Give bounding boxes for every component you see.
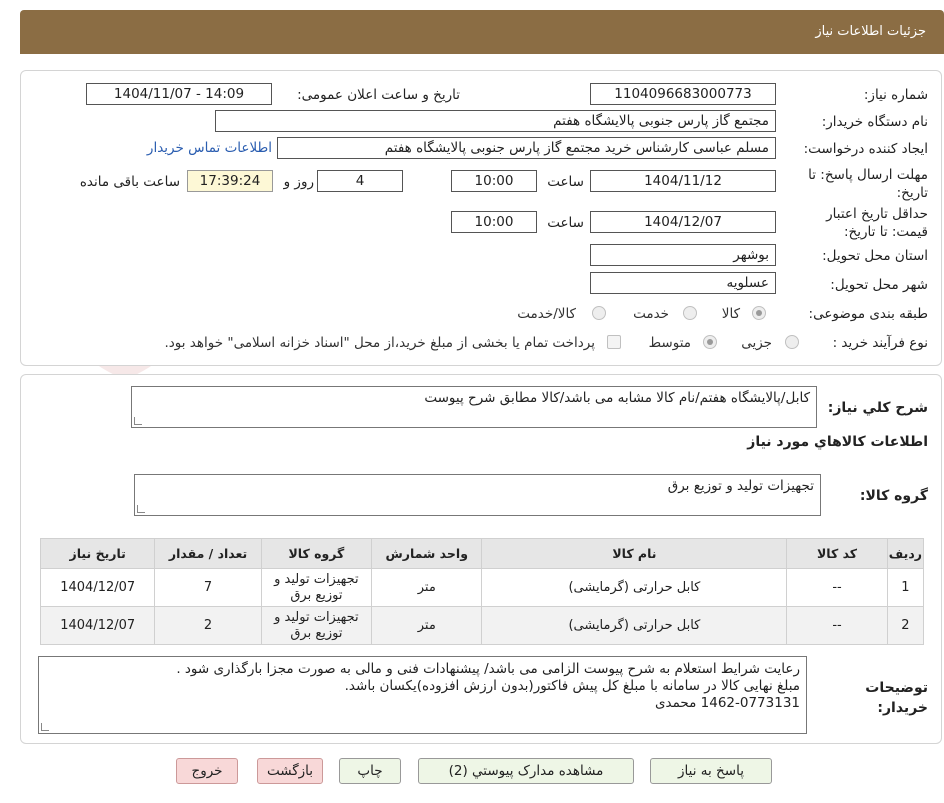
validity-date-field: 1404/12/07 bbox=[590, 211, 776, 233]
province-field: بوشهر bbox=[590, 244, 776, 266]
city-label: شهر محل تحویل: bbox=[830, 277, 928, 293]
validity-label: حداقل تاریخ اعتبار قیمت: تا تاریخ: bbox=[826, 206, 928, 240]
category-service-radio[interactable] bbox=[683, 306, 697, 320]
goods-group-label: گروه کالا: bbox=[859, 488, 928, 504]
cell-item-name: کابل حرارتی (گرمایشی) bbox=[481, 606, 788, 645]
remaining-time-field: 17:39:24 bbox=[187, 170, 273, 192]
category-label: طبقه بندی موضوعی: bbox=[808, 306, 928, 322]
goods-group-text: تجهیزات تولید و توزیع برق bbox=[667, 478, 814, 494]
cell-quantity: 7 bbox=[154, 568, 262, 607]
process-medium-radio[interactable] bbox=[703, 335, 717, 349]
buyer-contact-link[interactable]: اطلاعات تماس خریدار bbox=[147, 140, 272, 156]
respond-button[interactable]: پاسخ به نیاز bbox=[650, 758, 772, 784]
goods-group-textarea: تجهیزات تولید و توزیع برق bbox=[134, 474, 821, 516]
buyer-notes-line: رعایت شرایط استعلام به شرح پیوست الزامی … bbox=[176, 661, 800, 677]
table-row: 1 -- کابل حرارتی (گرمایشی) متر تجهیزات ت… bbox=[39, 568, 925, 607]
resize-handle[interactable] bbox=[134, 417, 142, 425]
cell-item-code: -- bbox=[786, 568, 888, 607]
exit-button[interactable]: خروج bbox=[176, 758, 238, 784]
buyer-notes-line: 1462-0773131 محمدی bbox=[654, 695, 800, 711]
cell-row-number: 2 bbox=[886, 606, 925, 645]
creator-label: ایجاد کننده درخواست: bbox=[803, 141, 928, 157]
deadline-label: مهلت ارسال پاسخ: تا تاریخ: bbox=[808, 167, 928, 201]
creator-field: مسلم عباسی کارشناس خرید مجتمع گاز پارس ج… bbox=[277, 137, 776, 159]
category-goods-radio[interactable] bbox=[752, 306, 766, 320]
deadline-time-field: 10:00 bbox=[451, 170, 537, 192]
validity-time-field: 10:00 bbox=[451, 211, 537, 233]
cell-quantity: 2 bbox=[154, 606, 262, 645]
deadline-date-field: 1404/11/12 bbox=[590, 170, 776, 192]
cell-group: تجهیزات تولید و توزیع برق bbox=[260, 606, 373, 645]
col-need-date: تاریخ نیاز bbox=[39, 538, 156, 569]
remaining-time-label: ساعت باقی مانده bbox=[79, 174, 180, 190]
category-both-radio[interactable] bbox=[592, 306, 606, 320]
view-attachments-button[interactable]: مشاهده مدارک پیوستي (2) bbox=[418, 758, 634, 784]
deadline-days-field: 4 bbox=[317, 170, 403, 192]
process-minor-radio[interactable] bbox=[785, 335, 799, 349]
page-title: جزئیات اطلاعات نیاز bbox=[815, 24, 926, 39]
table-row: 2 -- کابل حرارتی (گرمایشی) متر تجهیزات ت… bbox=[39, 606, 925, 645]
category-goods-label: کالا bbox=[721, 306, 740, 322]
buyer-notes-line: مبلغ نهایی کالا در سامانه با مبلغ کل پیش… bbox=[344, 678, 800, 694]
buyer-field: مجتمع گاز پارس جنوبی پالایشگاه هفتم bbox=[215, 110, 776, 132]
cell-need-date: 1404/12/07 bbox=[39, 568, 156, 607]
table-header-row: ردیف کد کالا نام کالا واحد شمارش گروه کا… bbox=[39, 538, 925, 569]
deadline-days-label: روز و bbox=[283, 174, 314, 190]
col-quantity: تعداد / مقدار bbox=[154, 538, 262, 569]
cell-row-number: 1 bbox=[886, 568, 925, 607]
col-item-code: کد کالا bbox=[786, 538, 888, 569]
cell-group: تجهیزات تولید و توزیع برق bbox=[260, 568, 373, 607]
cell-unit: متر bbox=[371, 568, 483, 607]
announce-field: 1404/11/07 - 14:09 bbox=[86, 83, 272, 105]
cell-unit: متر bbox=[371, 606, 483, 645]
buyer-notes-label: توضیحات خریدار: bbox=[865, 680, 928, 716]
cell-need-date: 1404/12/07 bbox=[39, 606, 156, 645]
need-number-label: شماره نیاز: bbox=[863, 87, 928, 103]
treasury-payment-checkbox[interactable] bbox=[607, 335, 621, 349]
goods-section-title: اطلاعات کالاهاي مورد نياز bbox=[747, 434, 928, 450]
resize-handle[interactable] bbox=[41, 723, 49, 731]
cell-item-code: -- bbox=[786, 606, 888, 645]
page-header: جزئیات اطلاعات نیاز bbox=[20, 10, 944, 54]
col-group: گروه کالا bbox=[260, 538, 373, 569]
category-both-label: کالا/خدمت bbox=[517, 306, 576, 322]
need-number-field: 1104096683000773 bbox=[590, 83, 776, 105]
cell-item-name: کابل حرارتی (گرمایشی) bbox=[481, 568, 788, 607]
summary-text: کابل/پالایشگاه هفتم/نام کالا مشابه می با… bbox=[424, 390, 810, 406]
back-button[interactable]: بازگشت bbox=[257, 758, 323, 784]
category-service-label: خدمت bbox=[633, 306, 669, 322]
print-button[interactable]: چاپ bbox=[339, 758, 401, 784]
buyer-label: نام دستگاه خریدار: bbox=[821, 114, 928, 130]
summary-textarea: کابل/پالایشگاه هفتم/نام کالا مشابه می با… bbox=[131, 386, 817, 428]
resize-handle[interactable] bbox=[137, 505, 145, 513]
validity-time-label: ساعت bbox=[547, 215, 584, 231]
items-table: ردیف کد کالا نام کالا واحد شمارش گروه کا… bbox=[39, 538, 925, 645]
deadline-time-label: ساعت bbox=[547, 174, 584, 190]
province-label: استان محل تحویل: bbox=[822, 248, 928, 264]
process-minor-label: جزیی bbox=[741, 335, 772, 351]
treasury-payment-note: پرداخت تمام یا بخشی از مبلغ خرید،از محل … bbox=[164, 335, 595, 351]
col-unit: واحد شمارش bbox=[371, 538, 483, 569]
city-field: عسلویه bbox=[590, 272, 776, 294]
announce-label: تاریخ و ساعت اعلان عمومی: bbox=[297, 87, 460, 103]
process-label: نوع فرآیند خرید : bbox=[832, 335, 928, 351]
buyer-notes-textarea: رعایت شرایط استعلام به شرح پیوست الزامی … bbox=[38, 656, 807, 734]
process-medium-label: متوسط bbox=[648, 335, 691, 351]
col-row-number: ردیف bbox=[886, 538, 925, 569]
summary-label: شرح کلي نياز: bbox=[827, 400, 928, 416]
col-item-name: نام کالا bbox=[481, 538, 788, 569]
